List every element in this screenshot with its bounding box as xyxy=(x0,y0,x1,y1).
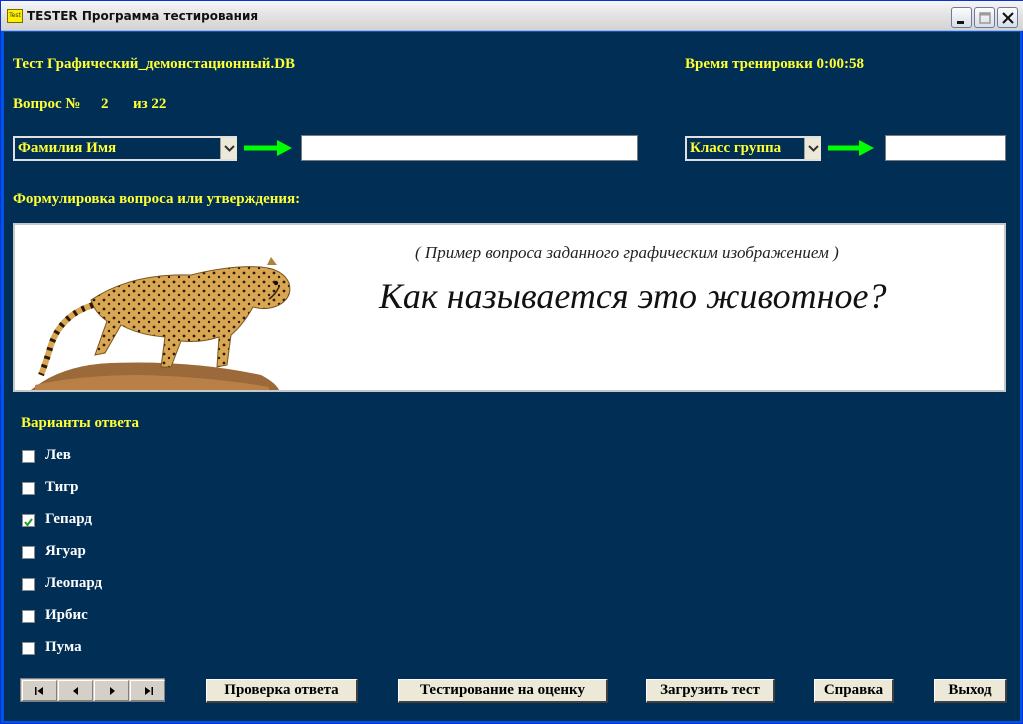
skip-last-icon xyxy=(145,687,153,695)
question-counter-label: Вопрос № xyxy=(13,96,81,112)
checkbox[interactable] xyxy=(22,546,35,559)
answer-option[interactable]: Лев xyxy=(22,446,222,468)
question-number: 2 xyxy=(101,96,109,112)
answer-label: Леопард xyxy=(45,575,103,591)
cheetah-illustration xyxy=(31,257,291,390)
arrow-right-icon xyxy=(244,139,294,157)
navigation-bar xyxy=(20,678,165,702)
minimize-button[interactable] xyxy=(951,7,972,28)
checkmark-icon xyxy=(24,518,33,527)
name-input[interactable] xyxy=(301,135,638,161)
answer-option[interactable]: Гепард xyxy=(22,510,222,532)
answer-label: Гепард xyxy=(45,511,92,527)
answer-option[interactable]: Ягуар xyxy=(22,542,222,564)
checkbox[interactable] xyxy=(22,642,35,655)
arrow-right-icon xyxy=(828,139,878,157)
answers-heading: Варианты ответа xyxy=(21,415,139,431)
class-combo-value: Класс группа xyxy=(690,140,782,156)
close-button[interactable] xyxy=(997,7,1018,28)
main-panel: Тест Графический_демонстационный.DB Врем… xyxy=(4,32,1020,721)
answer-option[interactable]: Тигр xyxy=(22,478,222,500)
checkbox[interactable] xyxy=(22,482,35,495)
app-window: Test TESTER Программа тестирования Тест … xyxy=(0,0,1023,724)
next-icon xyxy=(110,687,115,695)
chevron-down-icon xyxy=(808,145,819,152)
checkbox[interactable] xyxy=(22,610,35,623)
question-image: ( Пример вопроса заданного графическим и… xyxy=(13,223,1006,392)
maximize-icon xyxy=(979,12,991,24)
last-button[interactable] xyxy=(130,680,165,701)
class-combo-dropdown[interactable] xyxy=(804,138,821,159)
answer-option[interactable]: Ирбис xyxy=(22,606,222,628)
answer-label: Тигр xyxy=(45,479,79,495)
checkbox-checked[interactable] xyxy=(22,514,35,527)
load-test-button[interactable]: Загрузить тест xyxy=(646,679,775,703)
prev-icon xyxy=(73,687,78,695)
answer-label: Ягуар xyxy=(45,543,86,559)
name-combo-dropdown[interactable] xyxy=(220,138,237,159)
app-icon: Test xyxy=(7,9,23,23)
close-icon xyxy=(1002,12,1014,24)
answer-label: Ирбис xyxy=(45,607,88,623)
class-input[interactable] xyxy=(885,135,1006,161)
prev-button[interactable] xyxy=(58,680,93,701)
maximize-button[interactable] xyxy=(974,7,995,28)
name-combo[interactable]: Фамилия Имя xyxy=(13,136,237,161)
test-name: Тест Графический_демонстационный.DB xyxy=(13,56,296,72)
class-combo[interactable]: Класс группа xyxy=(685,136,821,161)
first-button[interactable] xyxy=(22,680,57,701)
checkbox[interactable] xyxy=(22,578,35,591)
question-text: Как называется это животное? xyxy=(379,276,887,316)
question-heading: Формулировка вопроса или утверждения: xyxy=(13,191,301,207)
answer-label: Лев xyxy=(45,447,71,463)
help-button[interactable]: Справка xyxy=(814,679,894,703)
question-subtitle: ( Пример вопроса заданного графическим и… xyxy=(415,243,839,262)
skip-first-icon xyxy=(35,687,43,695)
window-title: TESTER Программа тестирования xyxy=(27,9,259,23)
check-answer-button[interactable]: Проверка ответа xyxy=(206,679,358,703)
training-timer: Время тренировки 0:00:58 xyxy=(685,56,865,72)
graded-test-button[interactable]: Тестирование на оценку xyxy=(398,679,608,703)
chevron-down-icon xyxy=(224,145,235,152)
question-total: из 22 xyxy=(133,96,167,112)
next-button[interactable] xyxy=(94,680,129,701)
name-combo-value: Фамилия Имя xyxy=(18,140,117,156)
exit-button[interactable]: Выход xyxy=(934,679,1007,703)
title-bar[interactable]: Test TESTER Программа тестирования xyxy=(1,1,1023,31)
answer-option[interactable]: Леопард xyxy=(22,574,222,596)
minimize-icon xyxy=(957,21,964,24)
checkbox[interactable] xyxy=(22,450,35,463)
answer-label: Пума xyxy=(45,639,82,655)
answer-option[interactable]: Пума xyxy=(22,638,222,660)
